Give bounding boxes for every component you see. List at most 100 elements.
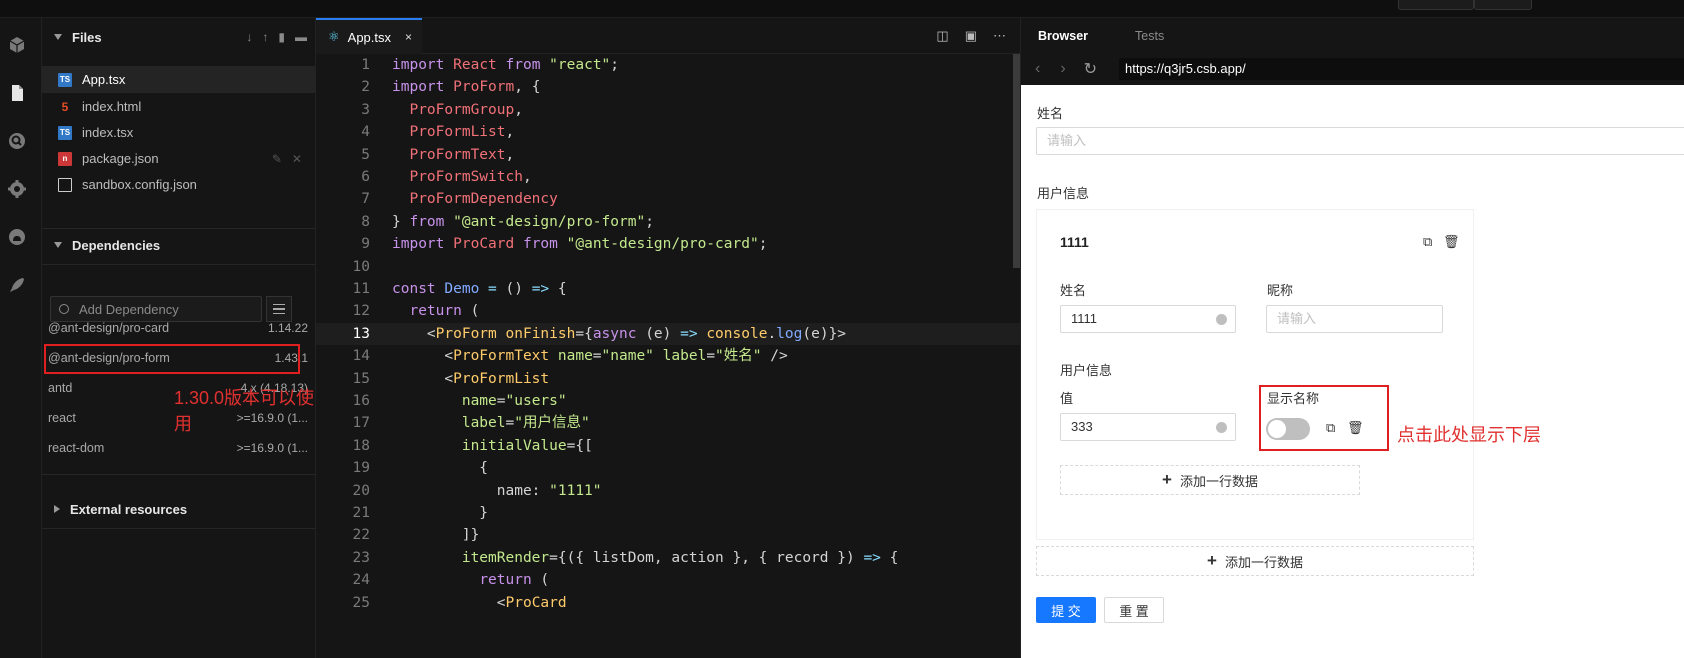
search-icon[interactable] <box>4 128 30 154</box>
code-line: 9 import ProCard from "@ant-design/pro-ca… <box>361 236 768 253</box>
top-button-2[interactable] <box>1474 0 1532 10</box>
add-row-inner-button[interactable]: + 添加一行数据 <box>1060 465 1360 495</box>
ts-icon: TS <box>58 72 72 87</box>
highlight-box <box>44 344 300 374</box>
split-view-icon[interactable]: ◫ <box>936 28 948 44</box>
file-item-app-tsx[interactable]: TS App.tsx <box>42 66 316 93</box>
top-button-1[interactable] <box>1398 0 1474 10</box>
dependency-version: 1.14.22 <box>267 321 308 335</box>
code-line: 20 name: "1111" <box>352 482 602 499</box>
tab-tests[interactable]: Tests <box>1118 29 1194 43</box>
code-line: 11 const Demo = () => { <box>352 281 567 297</box>
code-line: 14 <ProFormText name="name" label="姓名" /… <box>352 348 788 365</box>
divider <box>42 474 316 475</box>
inner-name-label: 姓名 <box>1060 283 1087 298</box>
file-item-index-tsx[interactable]: TS index.tsx <box>42 119 316 146</box>
editor-tab-bar: ⚛ App.tsx × ◫ ▣ ⋯ <box>316 18 1020 54</box>
code-area[interactable]: 1 import React from "react"; 2 import ProF… <box>316 54 1023 658</box>
preview-tabs: Browser Tests <box>1021 18 1684 54</box>
chevron-down-icon <box>54 34 62 40</box>
forward-icon[interactable]: › <box>1060 60 1065 78</box>
tab-app-tsx[interactable]: ⚛ App.tsx × <box>316 18 422 54</box>
download-icon[interactable]: ↓ <box>246 30 252 44</box>
file-name: package.json <box>82 151 159 166</box>
box-icon <box>58 177 72 192</box>
activity-bar <box>0 18 42 658</box>
box-icon[interactable] <box>4 32 30 58</box>
code-line: 7 ProFormDependency <box>361 191 558 208</box>
submit-button[interactable]: 提 交 <box>1036 597 1096 623</box>
top-bar <box>0 0 1684 18</box>
dependency-name: @ant-design/pro-card <box>48 321 170 335</box>
new-folder-icon[interactable]: ▬ <box>295 30 307 44</box>
code-line: 6 ProFormSwitch, <box>361 169 532 185</box>
file-item-index-html[interactable]: 5 index.html <box>42 93 316 120</box>
edit-icon[interactable]: ✎ ✕ <box>272 152 302 166</box>
editor-actions: ◫ ▣ ⋯ <box>936 28 1006 44</box>
value-value: 333 <box>1071 419 1093 434</box>
inner-name-value: 1111 <box>1071 311 1098 326</box>
tab-label: App.tsx <box>347 29 392 45</box>
trash-icon[interactable]: 🗑 <box>1443 234 1460 249</box>
url-bar[interactable]: https://q3jr5.csb.app/ <box>1119 58 1684 80</box>
value-input[interactable]: 333 <box>1060 413 1236 441</box>
file-name: sandbox.config.json <box>82 177 197 192</box>
chevron-right-icon <box>54 505 60 513</box>
code-line: 2 import ProForm, { <box>361 79 541 96</box>
code-line: 18 initialValue={[ <box>352 437 593 454</box>
code-line: 19 { <box>352 460 489 477</box>
code-line: 15 <ProFormList <box>352 370 550 387</box>
preview-pane: Browser Tests ‹ › ↻ https://q3jr5.csb.ap… <box>1020 18 1684 658</box>
rocket-icon[interactable] <box>4 272 30 298</box>
code-line: 23 itemRender={({ listDom, action }, { r… <box>352 549 899 566</box>
code-line: 4 ProFormList, <box>361 124 515 141</box>
dependency-row[interactable]: react-dom >=16.9.0 (1... <box>42 434 316 462</box>
name-input[interactable]: 请输入 <box>1036 127 1684 155</box>
divider <box>42 528 316 529</box>
user-card: 1111 ⧉ 🗑 姓名 1111 昵称 请输入 用户信息 值 333 显示名称 <box>1036 209 1474 540</box>
preview-icon[interactable]: ▣ <box>965 28 977 44</box>
files-actions: ↓ ↑ ▮ ▬ <box>246 30 307 44</box>
file-item-package-json[interactable]: n package.json ✎ ✕ <box>42 145 316 172</box>
current-code-line: 13 <ProForm onFinish={async (e) => conso… <box>316 322 1020 346</box>
file-icon[interactable] <box>4 80 30 106</box>
new-file-icon[interactable]: ▮ <box>278 30 285 44</box>
reset-button[interactable]: 重 置 <box>1104 597 1164 623</box>
files-title: Files <box>72 29 102 45</box>
switch-annotation: 点击此处显示下层 <box>1397 425 1541 445</box>
clear-icon[interactable] <box>1216 422 1227 433</box>
code-line: 25 <ProCard <box>352 594 567 611</box>
file-item-sandbox-config[interactable]: sandbox.config.json <box>42 171 316 198</box>
refresh-icon[interactable]: ↻ <box>1084 59 1097 79</box>
inner-name-input[interactable]: 1111 <box>1060 305 1236 333</box>
back-icon[interactable]: ‹ <box>1035 60 1040 78</box>
dependency-name: react-dom <box>48 441 105 455</box>
file-name: App.tsx <box>82 72 126 87</box>
dependency-row[interactable]: @ant-design/pro-card 1.14.22 <box>42 314 316 342</box>
name-label: 姓名 <box>1037 106 1064 121</box>
code-editor: ⚛ App.tsx × ◫ ▣ ⋯ 1 import React from "re… <box>316 18 1023 658</box>
tab-browser[interactable]: Browser <box>1021 29 1118 43</box>
nickname-input[interactable]: 请输入 <box>1266 305 1443 333</box>
search-icon <box>59 304 69 314</box>
external-resources-header[interactable]: External resources <box>42 490 316 528</box>
code-line: 22 ]} <box>352 527 480 544</box>
dependency-name: react <box>48 411 76 425</box>
version-annotation: 1.30.0版本可以使用 <box>174 388 315 434</box>
file-name: index.tsx <box>82 125 134 140</box>
gear-icon[interactable] <box>4 176 30 202</box>
dependencies-section-header[interactable]: Dependencies <box>42 226 316 264</box>
clear-icon[interactable] <box>1216 314 1227 325</box>
add-row-outer-button[interactable]: + 添加一行数据 <box>1036 546 1474 576</box>
more-icon[interactable]: ⋯ <box>993 28 1006 44</box>
inner-users-label: 用户信息 <box>1060 363 1113 378</box>
close-icon[interactable]: × <box>405 30 412 44</box>
dependency-version: >=16.9.0 (1... <box>236 441 308 455</box>
dependency-name: antd <box>48 381 73 395</box>
upload-icon[interactable]: ↑ <box>262 30 268 44</box>
value-label: 值 <box>1060 391 1074 406</box>
chevron-down-icon <box>54 242 62 248</box>
copy-icon[interactable]: ⧉ <box>1423 234 1437 249</box>
sidebar: Files ↓ ↑ ▮ ▬ TS App.tsx 5 index.html TS… <box>42 18 316 658</box>
github-icon[interactable] <box>4 224 30 250</box>
